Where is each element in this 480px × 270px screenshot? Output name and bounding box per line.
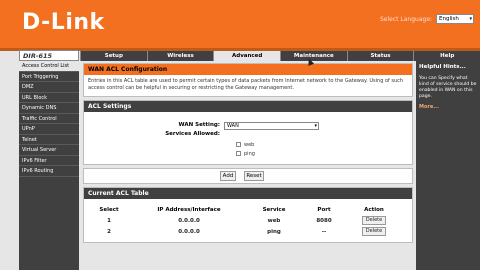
- row-port: --: [321, 228, 327, 235]
- col-service: Service: [262, 207, 286, 213]
- main-tabs: Setup Wireless Advanced Maintenance Stat…: [80, 51, 480, 61]
- row-ip: 0.0.0.0: [178, 217, 200, 224]
- row-action: Delete: [344, 216, 404, 225]
- acl-config-title: WAN ACL Configuration: [84, 64, 412, 75]
- web-checkbox[interactable]: [236, 142, 241, 147]
- row-service: ping: [267, 228, 281, 235]
- sidebar-item-access-control-list[interactable]: Access Control List: [19, 61, 79, 72]
- sidebar-item-dmz[interactable]: DMZ: [19, 82, 79, 93]
- reset-button[interactable]: Reset: [244, 171, 264, 181]
- chevron-down-icon: ▾: [469, 16, 472, 22]
- services-allowed-label: Services Allowed:: [165, 131, 220, 137]
- row-action: Delete: [344, 227, 404, 236]
- row-select: 1: [107, 217, 111, 224]
- row-service: web: [267, 217, 281, 224]
- row-ip: 0.0.0.0: [178, 228, 200, 235]
- row-port: 8080: [316, 217, 332, 224]
- hints-title: Helpful Hints...: [419, 64, 466, 70]
- acl-table-section: Current ACL Table Select IP Address/Inte…: [83, 187, 413, 243]
- acl-table-title: Current ACL Table: [84, 188, 412, 199]
- tab-help[interactable]: Help: [413, 51, 480, 61]
- wan-setting-label: WAN Setting:: [178, 122, 220, 128]
- acl-table: Select IP Address/Interface Service Port…: [84, 205, 412, 237]
- add-button[interactable]: Add: [220, 171, 236, 181]
- sidebar-item-dynamic-dns[interactable]: Dynamic DNS: [19, 103, 79, 114]
- acl-config-section: WAN ACL Configuration Entries in this AC…: [83, 63, 413, 97]
- sidebar-item-upnp[interactable]: UPnP: [19, 124, 79, 135]
- col-select: Select: [99, 207, 119, 213]
- wan-setting-value: WAN: [227, 123, 239, 129]
- sidebar: Access Control List Port Triggering DMZ …: [19, 61, 79, 270]
- table-row: 1 0.0.0.0 web 8080 Delete: [84, 215, 412, 226]
- tab-setup[interactable]: Setup: [80, 51, 147, 61]
- service-ping-option[interactable]: ping: [236, 151, 255, 157]
- tab-maintenance[interactable]: Maintenance: [280, 51, 347, 61]
- model-label: DIR-615: [19, 50, 79, 61]
- helpful-hints-panel: Helpful Hints... You can Specify what ki…: [416, 61, 480, 270]
- sidebar-item-traffic-control[interactable]: Traffic Control: [19, 114, 79, 124]
- chevron-down-icon: ▾: [314, 123, 317, 129]
- acl-config-description: Entries in this ACL table are used to pe…: [88, 78, 404, 91]
- sidebar-item-ipv6-routing[interactable]: IPv6 Routing: [19, 166, 79, 177]
- language-value: English: [439, 16, 459, 22]
- tab-status[interactable]: Status: [346, 51, 414, 61]
- main-content: WAN ACL Configuration Entries in this AC…: [83, 63, 413, 246]
- action-buttons: Add Reset: [83, 168, 413, 184]
- ping-label: ping: [244, 151, 255, 157]
- service-web-option[interactable]: web: [236, 142, 254, 148]
- row-select: 2: [107, 228, 111, 235]
- router-admin-page: D-Link Select Language: English ▾ DIR-61…: [0, 0, 480, 270]
- sidebar-item-ipv6-filter[interactable]: IPv6 Filter: [19, 156, 79, 166]
- dlink-logo: D-Link: [22, 10, 105, 35]
- wan-setting-select[interactable]: WAN ▾: [224, 122, 319, 130]
- acl-settings-form: WAN Setting: WAN ▾ Services Allowed: web…: [84, 112, 412, 164]
- table-row: 2 0.0.0.0 ping -- Delete: [84, 226, 412, 237]
- language-label: Select Language:: [380, 16, 433, 23]
- web-label: web: [244, 142, 255, 148]
- sidebar-item-telnet[interactable]: Telnet: [19, 135, 79, 145]
- acl-settings-title: ACL Settings: [84, 101, 412, 112]
- col-ip-address: IP Address/Interface: [157, 207, 221, 213]
- ping-checkbox[interactable]: [236, 151, 241, 156]
- table-header: Select IP Address/Interface Service Port…: [84, 205, 412, 215]
- delete-button[interactable]: Delete: [361, 216, 387, 225]
- header: D-Link Select Language: English ▾: [0, 0, 480, 48]
- language-select[interactable]: English ▾: [436, 14, 474, 24]
- sidebar-item-virtual-server[interactable]: Virtual Server: [19, 145, 79, 156]
- hints-text: You can Specify what kind of service sho…: [419, 76, 477, 99]
- col-action: Action: [364, 207, 384, 213]
- delete-button[interactable]: Delete: [361, 227, 387, 236]
- sidebar-item-url-block[interactable]: URL Block: [19, 93, 79, 103]
- tab-advanced[interactable]: Advanced: [213, 51, 281, 61]
- acl-settings-section: ACL Settings WAN Setting: WAN ▾ Services…: [83, 100, 413, 165]
- tab-wireless[interactable]: Wireless: [146, 51, 214, 61]
- more-link[interactable]: More...: [416, 100, 480, 114]
- col-port: Port: [317, 207, 331, 213]
- sidebar-item-port-triggering[interactable]: Port Triggering: [19, 72, 79, 82]
